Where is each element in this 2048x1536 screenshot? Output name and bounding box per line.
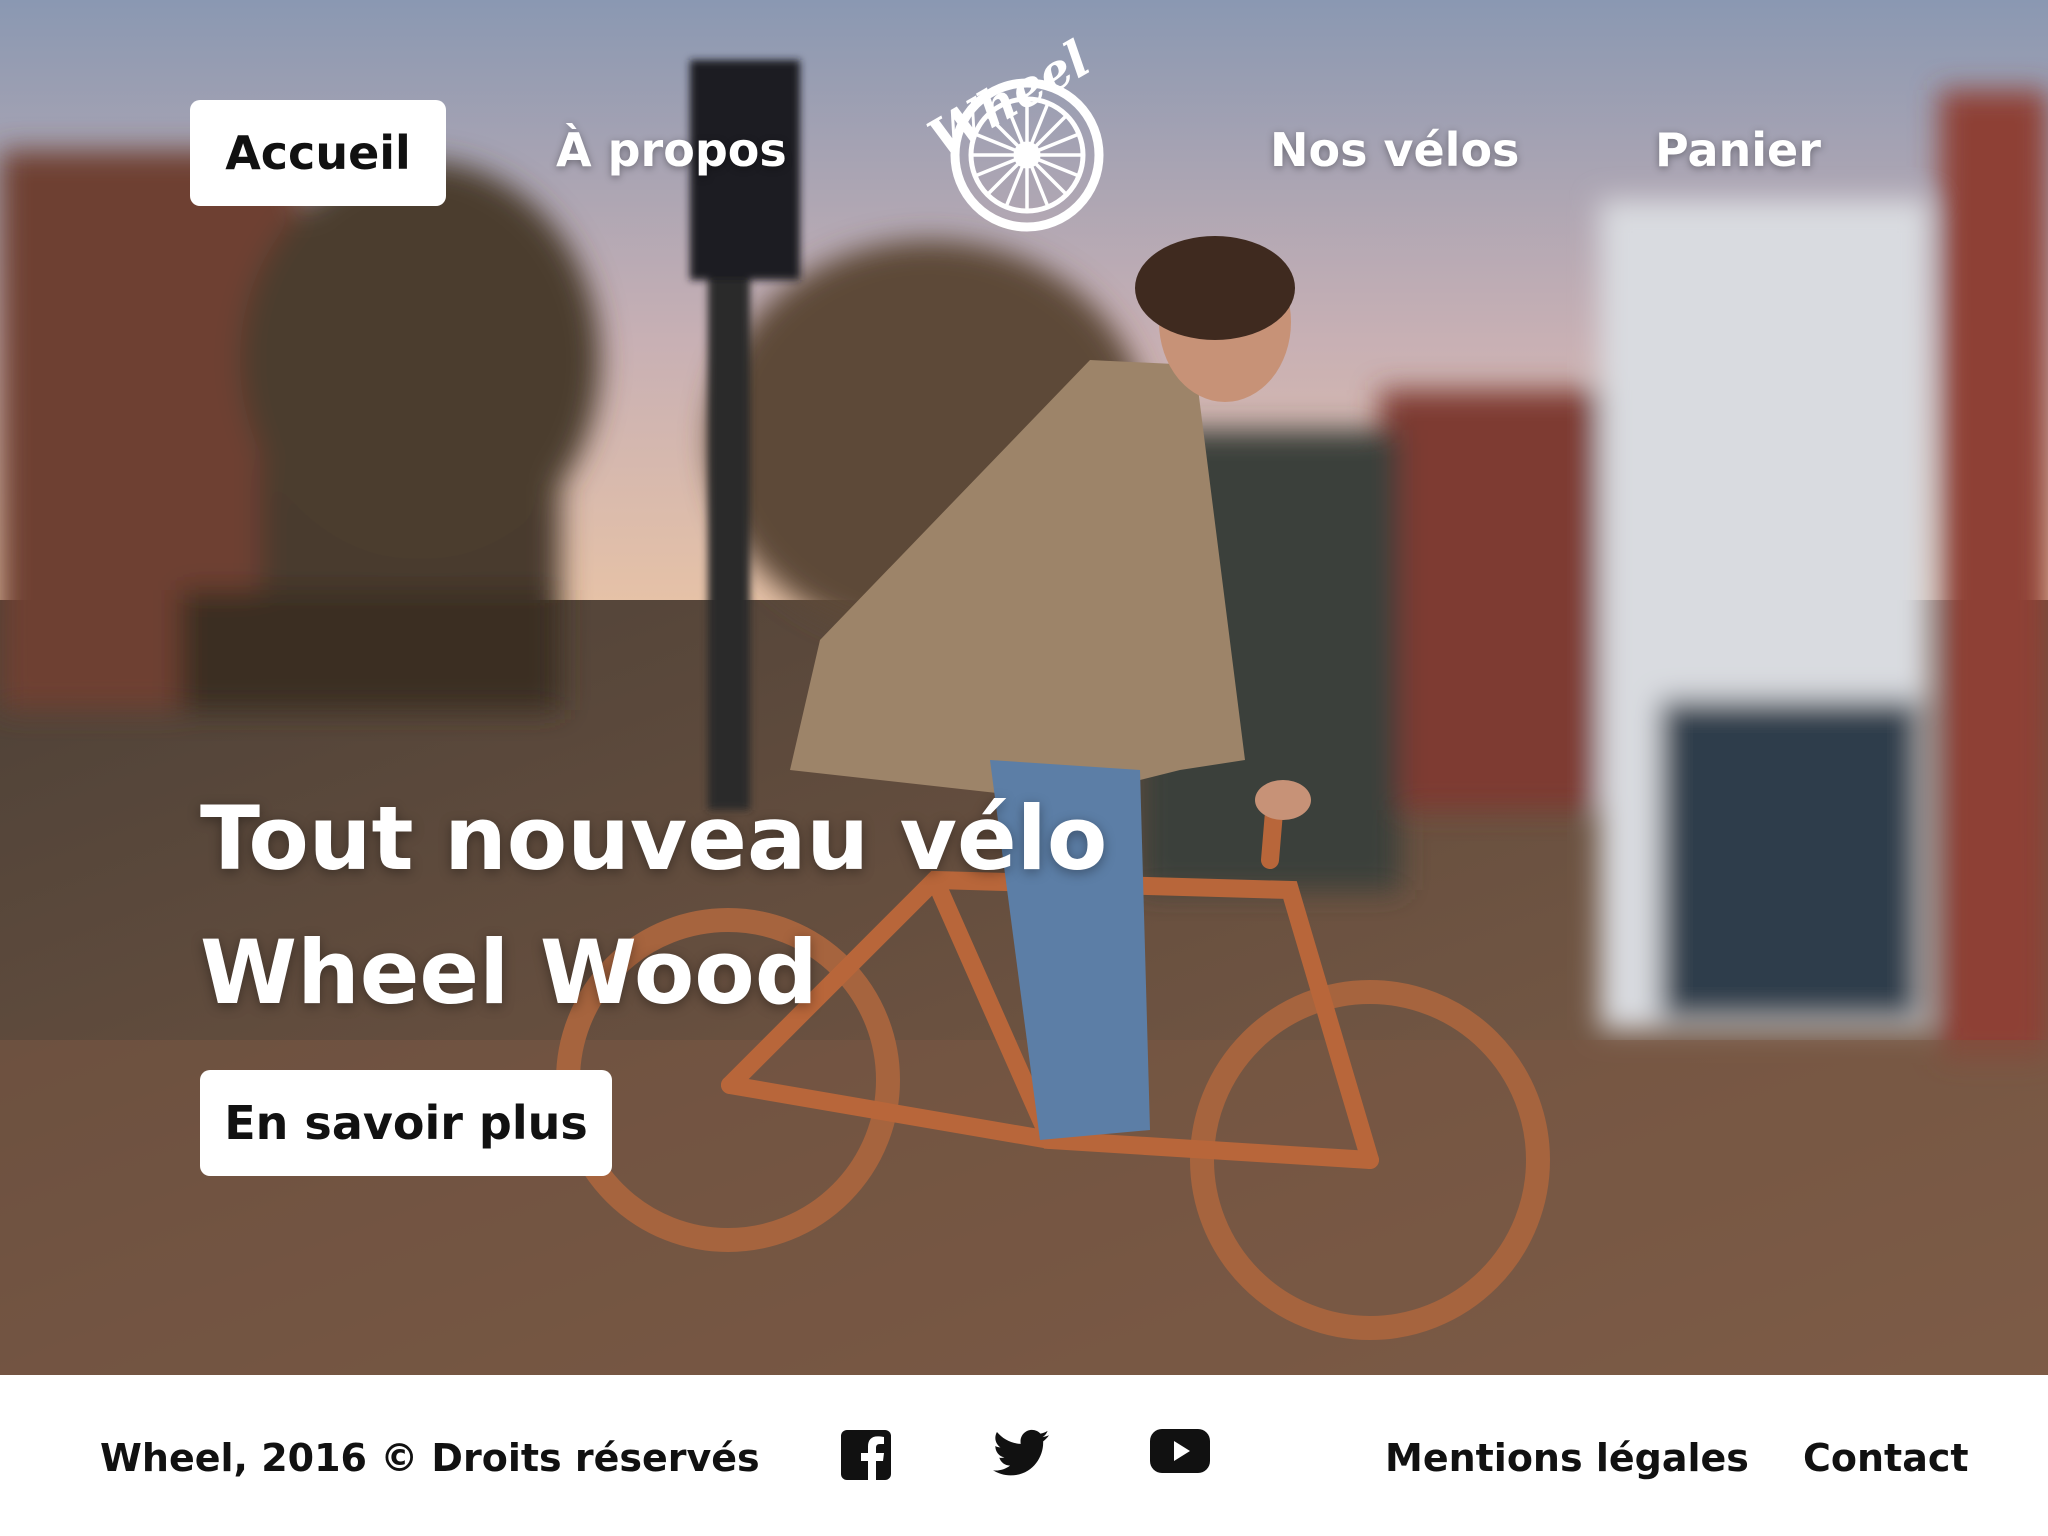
nav-home-button[interactable]: Accueil (190, 100, 446, 206)
hero-title-line-2: Wheel Wood (200, 921, 818, 1024)
hero-banner: Accueil À propos Wheel Nos vélos Panier … (0, 0, 2048, 1375)
wheel-logo[interactable]: Wheel (905, 20, 1125, 245)
footer: Wheel, 2016 © Droits réservés Mentions l… (0, 1375, 2048, 1536)
contact-link[interactable]: Contact (1803, 1430, 1969, 1486)
hero-title: Tout nouveau vélo Wheel Wood (200, 772, 1107, 1040)
legal-notice-link[interactable]: Mentions légales (1385, 1430, 1749, 1486)
youtube-icon[interactable] (1150, 1429, 1210, 1473)
facebook-icon[interactable] (840, 1429, 892, 1481)
learn-more-button[interactable]: En savoir plus (200, 1070, 612, 1176)
nav-about-link[interactable]: À propos (556, 118, 787, 182)
copyright-text: Wheel, 2016 © Droits réservés (100, 1436, 760, 1480)
hero-title-line-1: Tout nouveau vélo (200, 787, 1108, 890)
twitter-icon[interactable] (993, 1429, 1049, 1477)
nav-bikes-link[interactable]: Nos vélos (1270, 118, 1519, 182)
nav-cart-link[interactable]: Panier (1655, 118, 1821, 182)
